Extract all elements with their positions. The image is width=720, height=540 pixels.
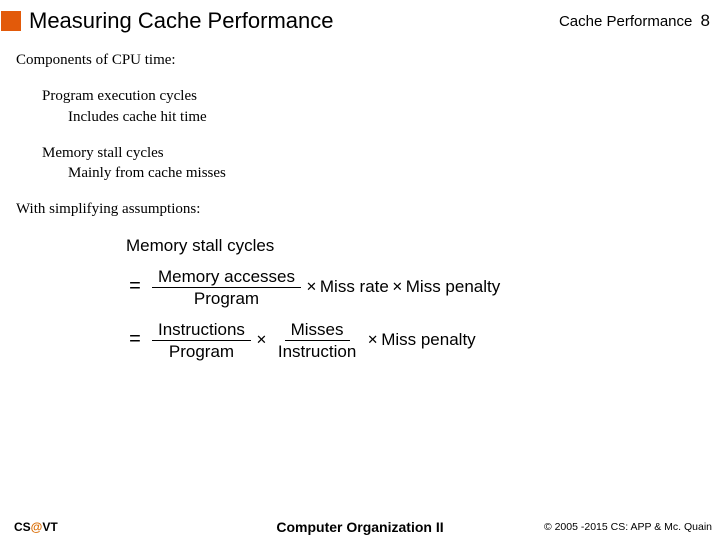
footer-vt: VT xyxy=(42,520,57,534)
equation-lhs-line: Memory stall cycles xyxy=(126,236,704,256)
at-icon: @ xyxy=(31,520,43,534)
frac-numerator: Instructions xyxy=(152,318,251,341)
times-icon: ✕ xyxy=(392,280,403,295)
footer-left: CS@VT xyxy=(14,520,58,534)
slide-title: Measuring Cache Performance xyxy=(29,8,559,34)
footer-center: Computer Organization II xyxy=(276,519,443,535)
frac-denominator: Program xyxy=(163,341,240,362)
equation-line-3: = Instructions Program ✕ Misses Instruct… xyxy=(126,318,704,361)
times-icon: ✕ xyxy=(367,333,378,348)
cache-hit-time: Includes cache hit time xyxy=(68,107,704,127)
section-label: Cache Performance 8 xyxy=(559,11,710,31)
accent-square-icon xyxy=(1,11,21,31)
eq-lhs: Memory stall cycles xyxy=(126,236,274,256)
miss-penalty-term: Miss penalty xyxy=(406,277,500,297)
equals-sign-icon: = xyxy=(126,275,144,298)
fraction-instructions: Instructions Program xyxy=(152,318,251,361)
times-icon: ✕ xyxy=(306,280,317,295)
times-icon: ✕ xyxy=(256,333,267,348)
program-exec-cycles: Program execution cycles xyxy=(42,86,704,106)
memory-stall-cycles: Memory stall cycles xyxy=(42,143,704,163)
fraction-misses: Misses Instruction xyxy=(272,318,362,361)
frac-numerator: Misses xyxy=(285,318,350,341)
footer-cs: CS xyxy=(14,520,31,534)
components-heading: Components of CPU time: xyxy=(16,50,704,70)
fraction-mem-accesses: Memory accesses Program xyxy=(152,265,301,308)
slide-header: Measuring Cache Performance Cache Perfor… xyxy=(0,0,720,40)
frac-denominator: Program xyxy=(188,288,265,309)
cache-misses-note: Mainly from cache misses xyxy=(68,163,704,183)
equals-sign-icon: = xyxy=(126,328,144,351)
footer-copyright: © 2005 -2015 CS: APP & Mc. Quain xyxy=(544,521,712,533)
frac-numerator: Memory accesses xyxy=(152,265,301,288)
slide-content: Components of CPU time: Program executio… xyxy=(0,40,720,361)
miss-penalty-term: Miss penalty xyxy=(381,330,475,350)
section-name: Cache Performance xyxy=(559,13,692,30)
page-number: 8 xyxy=(701,11,710,30)
equation-line-2: = Memory accesses Program ✕ Miss rate ✕ … xyxy=(126,265,704,308)
frac-denominator: Instruction xyxy=(272,341,362,362)
assumptions-heading: With simplifying assumptions: xyxy=(16,199,704,219)
slide-footer: CS@VT Computer Organization II © 2005 -2… xyxy=(0,520,720,534)
miss-rate-term: Miss rate xyxy=(320,277,389,297)
equation-block: Memory stall cycles = Memory accesses Pr… xyxy=(126,236,704,362)
